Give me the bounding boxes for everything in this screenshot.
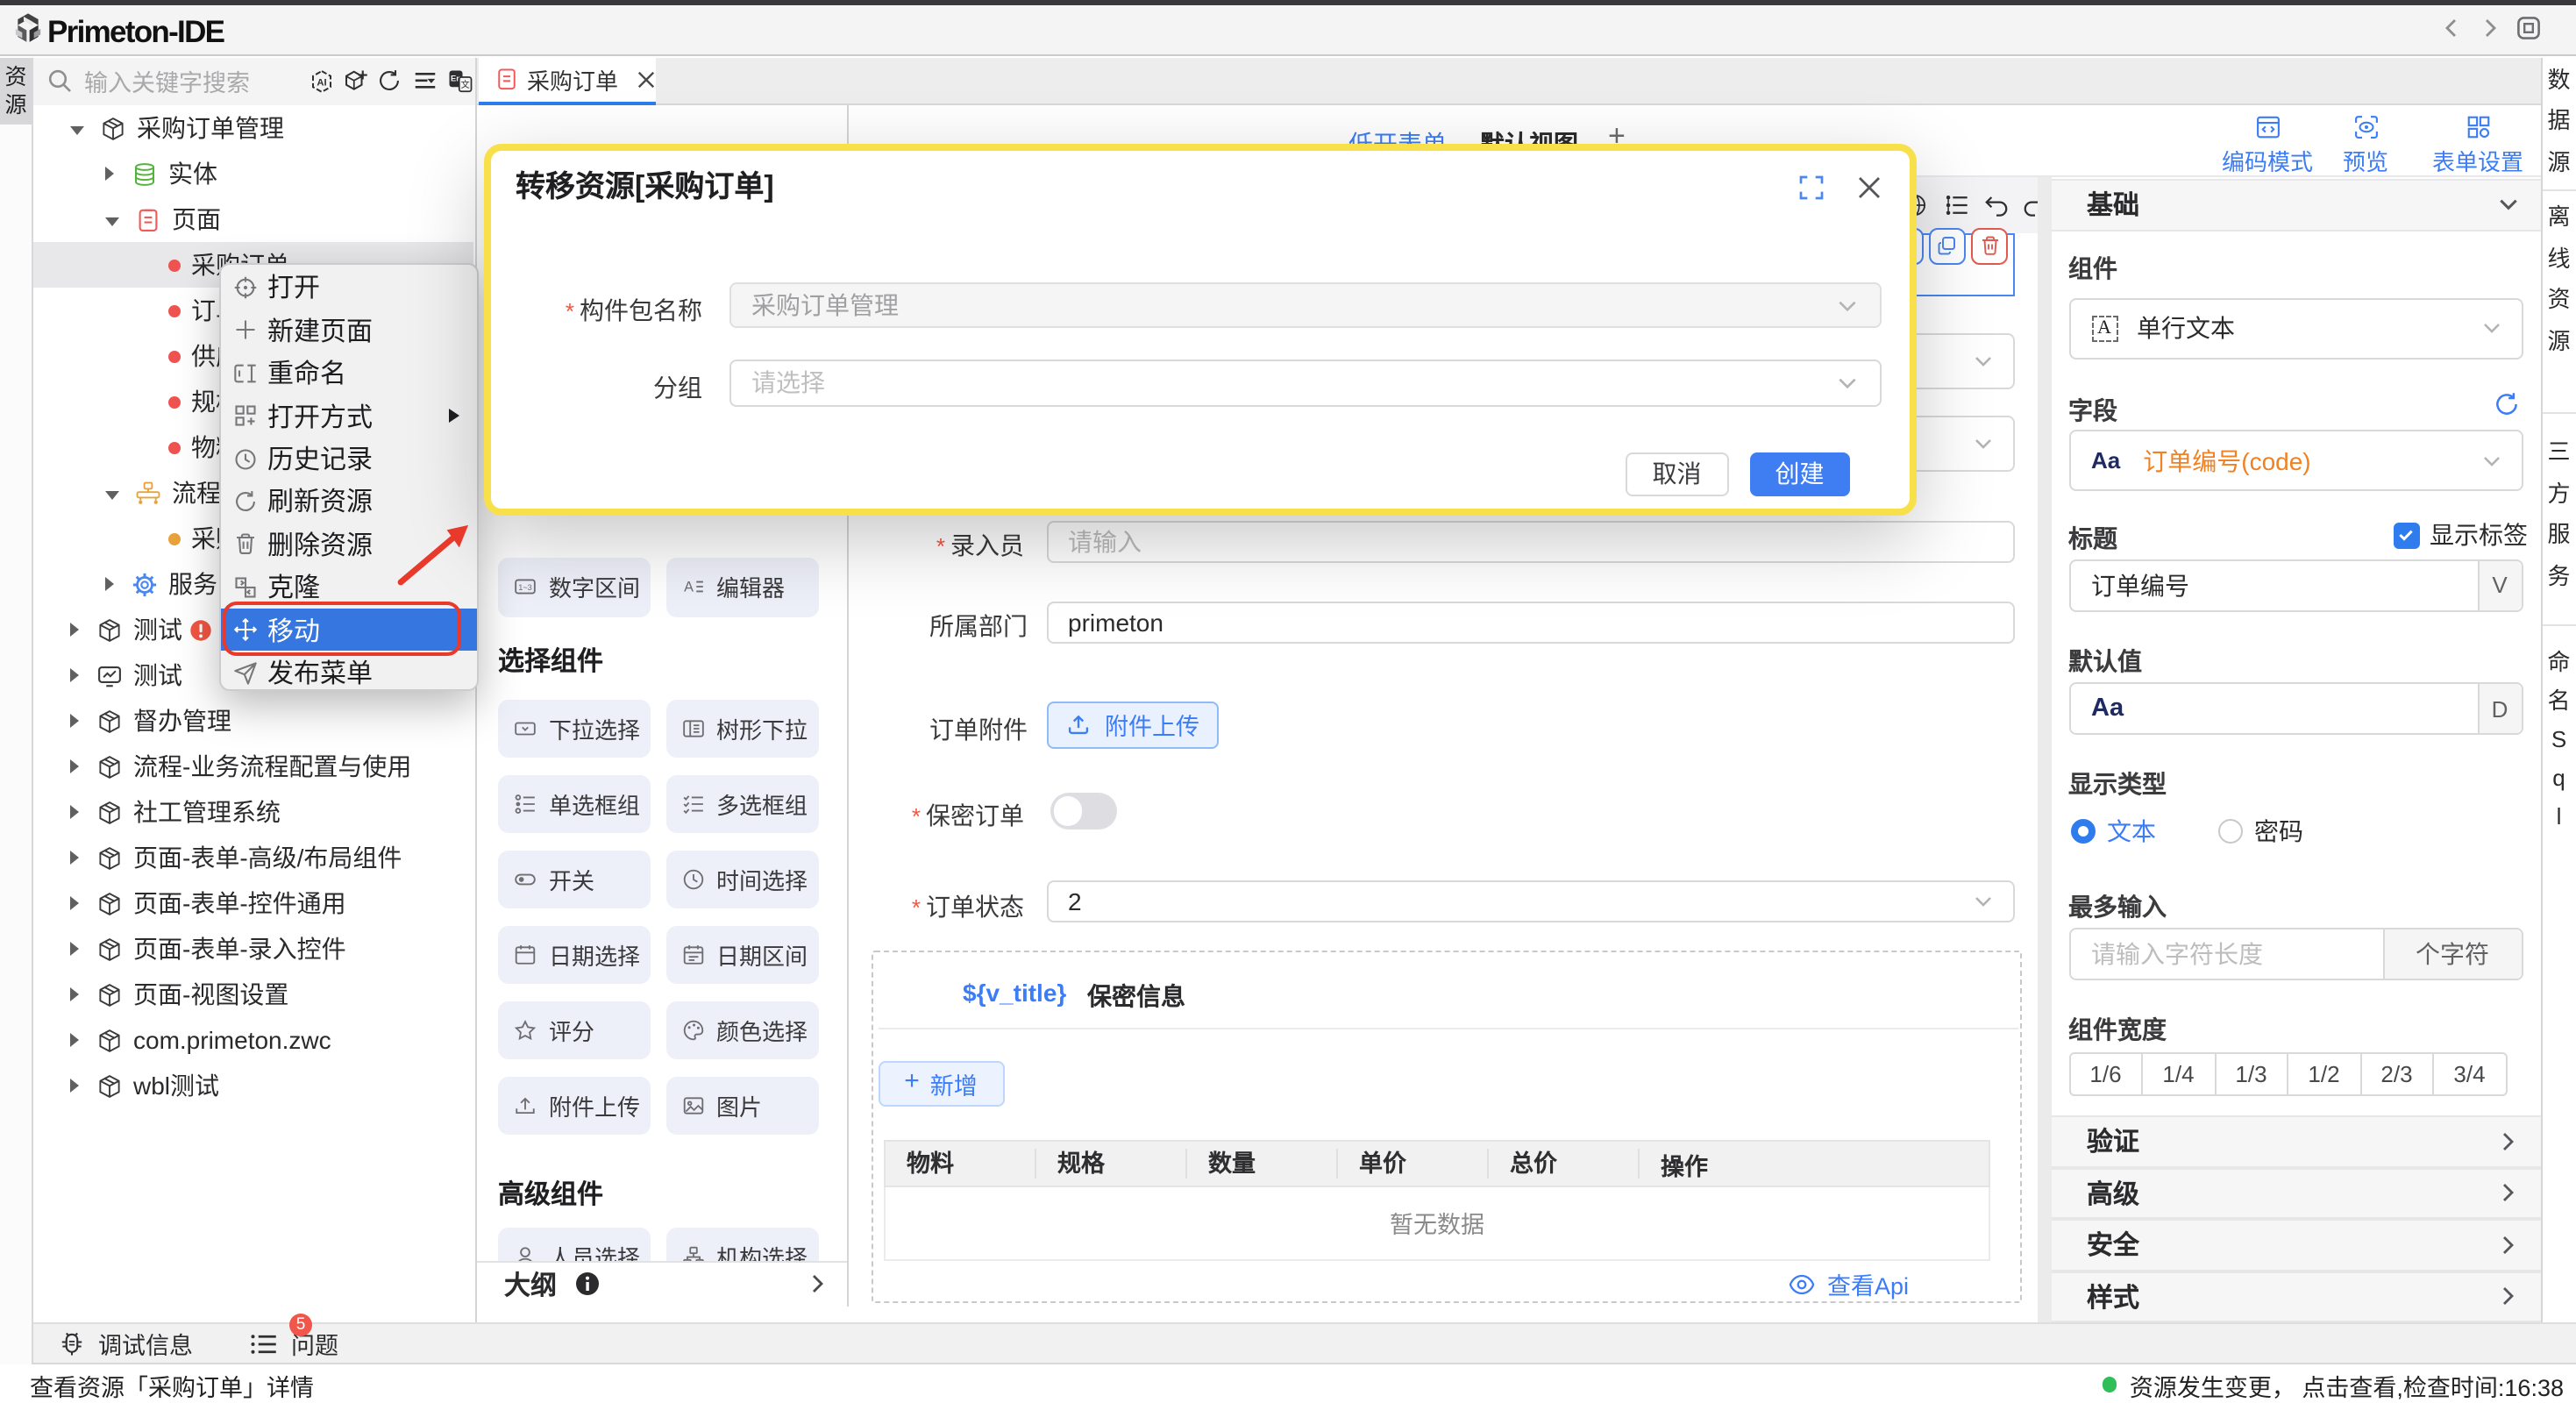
svg-text:1~3: 1~3	[518, 583, 532, 592]
svg-text:A: A	[683, 580, 693, 595]
svg-text:文: 文	[460, 78, 469, 89]
svg-text:AI: AI	[316, 77, 325, 88]
